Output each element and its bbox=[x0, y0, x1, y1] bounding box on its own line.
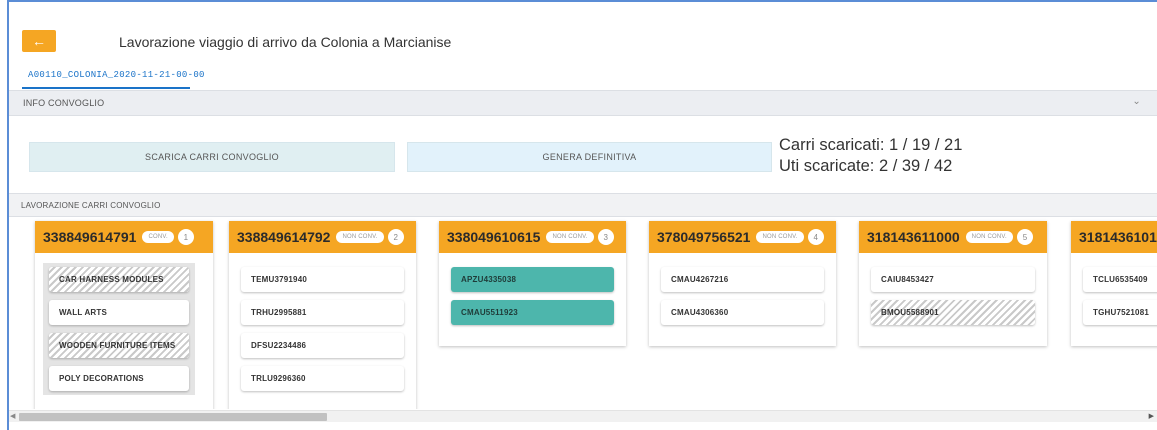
scroll-right-icon[interactable]: ▶ bbox=[1149, 412, 1154, 420]
wagon-status-badge: NON CONV. bbox=[756, 231, 804, 243]
uti-item[interactable]: CMAU4267216 bbox=[661, 267, 824, 292]
uti-item[interactable]: CMAU4306360 bbox=[661, 300, 824, 325]
arrow-left-icon: ← bbox=[32, 33, 46, 49]
genera-definitiva-button[interactable]: GENERA DEFINITIVA bbox=[407, 142, 772, 172]
wagon-card: 338849614792 NON CONV. 2 TEMU3791940 TRH… bbox=[229, 221, 416, 409]
stats-block: Carri scaricati: 1 / 19 / 21 Uti scarica… bbox=[779, 135, 962, 177]
wagon-card-header: 31814361017 bbox=[1071, 221, 1157, 253]
uti-item[interactable]: WALL ARTS bbox=[49, 300, 189, 325]
wagon-status-badge: NON CONV. bbox=[546, 231, 594, 243]
lavorazione-carri-header: LAVORAZIONE CARRI CONVOGLIO bbox=[9, 193, 1157, 217]
wagon-status-badge: CONV. bbox=[142, 231, 174, 243]
wagon-id: 378049756521 bbox=[657, 229, 751, 245]
tab-active-indicator bbox=[22, 87, 190, 89]
wagon-card-header: 318143611000 NON CONV. 5 bbox=[859, 221, 1047, 253]
wagon-count-badge: 1 bbox=[177, 229, 194, 245]
wagon-count-badge: 5 bbox=[1016, 229, 1033, 245]
wagon-board: 338849614791 CONV. 1 CAR HARNESS MODULES… bbox=[9, 217, 1157, 409]
uti-item[interactable]: BMOU5588901 bbox=[871, 300, 1035, 325]
wagon-id: 338849614792 bbox=[237, 229, 331, 245]
wagon-card-header: 338849614791 CONV. 1 bbox=[35, 221, 213, 253]
uti-item[interactable]: CMAU5511923 bbox=[451, 300, 614, 325]
uti-item[interactable]: POLY DECORATIONS bbox=[49, 366, 189, 391]
wagon-status-badge: NON CONV. bbox=[336, 231, 384, 243]
wagon-card-header: 378049756521 NON CONV. 4 bbox=[649, 221, 836, 253]
wagon-card-list: APZU4335038 CMAU5511923 bbox=[447, 263, 618, 329]
carri-scaricati-text: Carri scaricati: 1 / 19 / 21 bbox=[779, 136, 963, 154]
uti-item[interactable]: DFSU2234486 bbox=[241, 333, 404, 358]
wagon-card-list: TCLU6535409 TGHU7521081 bbox=[1079, 263, 1157, 329]
wagon-status-badge: NON CONV. bbox=[965, 231, 1013, 243]
uti-item[interactable]: TRLU9296360 bbox=[241, 366, 404, 391]
wagon-card: 378049756521 NON CONV. 4 CMAU4267216 CMA… bbox=[649, 221, 836, 346]
page-title: Lavorazione viaggio di arrivo da Colonia… bbox=[119, 34, 452, 50]
uti-item[interactable]: TEMU3791940 bbox=[241, 267, 404, 292]
wagon-card-header: 338849614792 NON CONV. 2 bbox=[229, 221, 416, 253]
horizontal-scrollbar[interactable]: ◀ ▶ bbox=[9, 410, 1157, 422]
wagon-id: 31814361017 bbox=[1079, 229, 1157, 245]
chevron-down-icon[interactable]: ⌄ bbox=[1132, 96, 1141, 107]
info-convoglio-title: INFO CONVOGLIO bbox=[23, 98, 105, 108]
wagon-card-list: CMAU4267216 CMAU4306360 bbox=[657, 263, 828, 329]
uti-item[interactable]: TCLU6535409 bbox=[1083, 267, 1157, 292]
wagon-count-badge: 2 bbox=[387, 229, 404, 245]
uti-item[interactable]: TRHU2995881 bbox=[241, 300, 404, 325]
uti-item[interactable]: CAIU8453427 bbox=[871, 267, 1035, 292]
wagon-card-list: CAIU8453427 BMOU5588901 bbox=[867, 263, 1039, 329]
wagon-card-list: CAR HARNESS MODULES WALL ARTS WOODEN FUR… bbox=[43, 263, 195, 395]
wagon-count-badge: 4 bbox=[807, 229, 824, 245]
tab-convoglio[interactable]: A00110_COLONIA_2020-11-21-00-00 bbox=[28, 70, 205, 80]
uti-item[interactable]: CAR HARNESS MODULES bbox=[49, 267, 189, 292]
scroll-left-icon[interactable]: ◀ bbox=[10, 412, 15, 420]
wagon-card: 338049610615 NON CONV. 3 APZU4335038 CMA… bbox=[439, 221, 626, 346]
uti-scaricate-text: Uti scaricate: 2 / 39 / 42 bbox=[779, 157, 953, 175]
lavorazione-carri-title: LAVORAZIONE CARRI CONVOGLIO bbox=[21, 200, 161, 210]
info-convoglio-header[interactable]: INFO CONVOGLIO ⌄ bbox=[9, 90, 1157, 116]
uti-item[interactable]: APZU4335038 bbox=[451, 267, 614, 292]
wagon-count-badge: 3 bbox=[597, 229, 614, 245]
wagon-card: 338849614791 CONV. 1 CAR HARNESS MODULES… bbox=[35, 221, 213, 409]
wagon-id: 338049610615 bbox=[447, 229, 541, 245]
wagon-card-list: TEMU3791940 TRHU2995881 DFSU2234486 TRLU… bbox=[237, 263, 408, 395]
scrollbar-thumb[interactable] bbox=[19, 413, 327, 421]
wagon-id: 338849614791 bbox=[43, 229, 137, 245]
wagon-id: 318143611000 bbox=[867, 229, 960, 245]
wagon-card-header: 338049610615 NON CONV. 3 bbox=[439, 221, 626, 253]
wagon-card: 31814361017 TCLU6535409 TGHU7521081 bbox=[1071, 221, 1157, 346]
wagon-card: 318143611000 NON CONV. 5 CAIU8453427 BMO… bbox=[859, 221, 1047, 346]
scarica-carri-button[interactable]: SCARICA CARRI CONVOGLIO bbox=[29, 142, 395, 172]
back-button[interactable]: ← bbox=[22, 30, 56, 52]
uti-item[interactable]: TGHU7521081 bbox=[1083, 300, 1157, 325]
uti-item[interactable]: WOODEN FURNITURE ITEMS bbox=[49, 333, 189, 358]
